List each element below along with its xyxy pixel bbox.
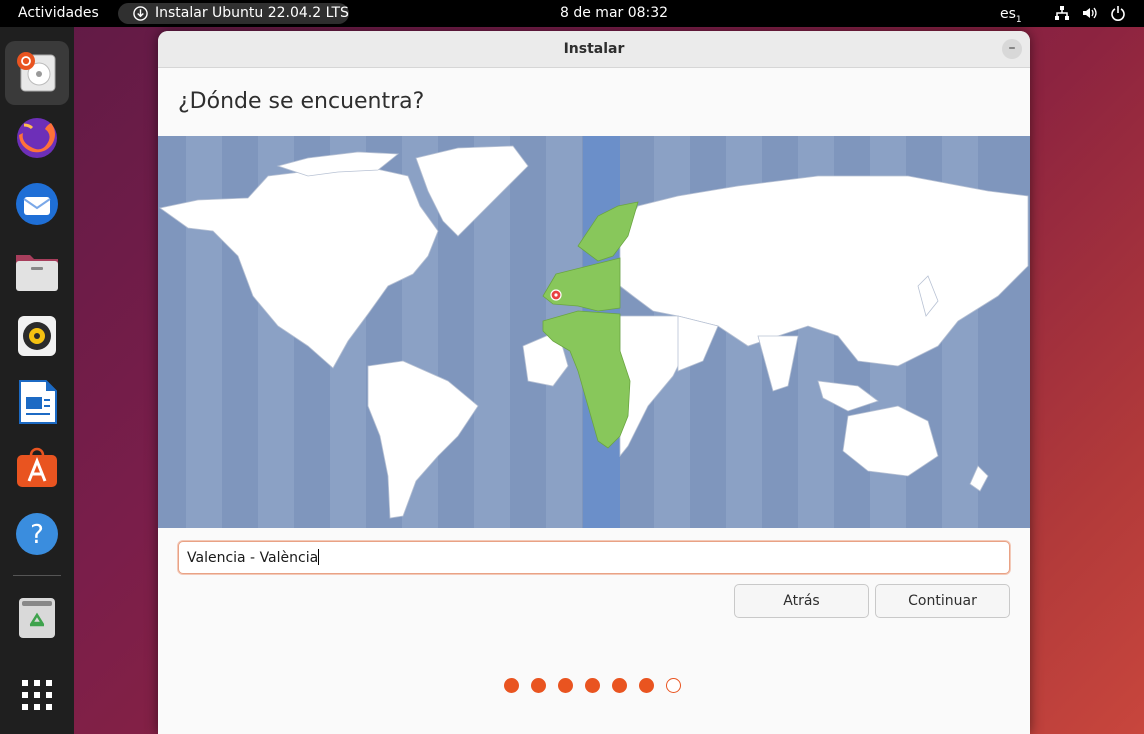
continue-button[interactable]: Continuar xyxy=(875,584,1010,618)
text-caret xyxy=(318,549,320,565)
ubuntu-installer-icon xyxy=(17,52,56,92)
folder-icon xyxy=(16,255,58,291)
thunderbird-icon xyxy=(16,183,58,225)
dock-separator xyxy=(13,575,61,576)
location-pin-icon xyxy=(550,289,562,301)
rhythmbox-launcher[interactable] xyxy=(12,311,62,361)
document-icon xyxy=(19,380,57,424)
keyboard-layout-index: 1 xyxy=(1015,14,1022,25)
help-icon: ? xyxy=(16,513,58,555)
firefox-icon xyxy=(17,118,57,158)
dock: ? xyxy=(0,27,74,734)
ubuntu-installer-launcher[interactable] xyxy=(5,41,69,105)
keyboard-layout-indicator[interactable]: es1 xyxy=(1000,6,1022,25)
minimize-button[interactable]: – xyxy=(1002,39,1022,59)
window-title: Instalar xyxy=(563,41,625,57)
help-launcher[interactable]: ? xyxy=(12,509,62,559)
progress-dot-current xyxy=(666,678,681,693)
power-icon[interactable] xyxy=(1110,5,1126,21)
network-icon[interactable] xyxy=(1054,5,1070,21)
top-bar: Actividades Instalar Ubuntu 22.04.2 LTS … xyxy=(0,0,1144,27)
firefox-launcher[interactable] xyxy=(12,113,62,163)
app-center-launcher[interactable] xyxy=(12,443,62,493)
location-input[interactable]: Valencia - València xyxy=(178,541,1010,574)
progress-dot xyxy=(612,678,627,693)
speaker-icon xyxy=(18,316,56,356)
app-grid-icon xyxy=(22,680,52,710)
shopping-bag-icon xyxy=(17,447,57,487)
page-title: ¿Dónde se encuentra? xyxy=(178,89,425,114)
timezone-map[interactable] xyxy=(158,136,1030,528)
progress-indicator xyxy=(504,678,694,694)
progress-dot xyxy=(504,678,519,693)
location-input-value: Valencia - València xyxy=(187,550,319,566)
files-launcher[interactable] xyxy=(12,245,62,295)
progress-dot xyxy=(639,678,654,693)
progress-dot xyxy=(531,678,546,693)
progress-dot xyxy=(585,678,600,693)
app-menu-label: Instalar Ubuntu 22.04.2 LTS xyxy=(155,5,349,21)
show-apps-button[interactable] xyxy=(12,670,62,720)
libreoffice-writer-launcher[interactable] xyxy=(12,377,62,427)
progress-dot xyxy=(558,678,573,693)
volume-icon[interactable] xyxy=(1082,5,1098,21)
installer-window: Instalar – ¿Dónde se encuentra? Valencia… xyxy=(158,31,1030,734)
trash-icon xyxy=(19,598,55,638)
back-button[interactable]: Atrás xyxy=(734,584,869,618)
download-icon xyxy=(133,6,148,21)
activities-button[interactable]: Actividades xyxy=(18,5,99,21)
clock[interactable]: 8 de mar 08:32 xyxy=(560,5,668,21)
title-bar[interactable]: Instalar – xyxy=(158,31,1030,68)
app-menu-button[interactable]: Instalar Ubuntu 22.04.2 LTS xyxy=(118,3,349,24)
keyboard-layout-label: es xyxy=(1000,6,1016,22)
thunderbird-launcher[interactable] xyxy=(12,179,62,229)
svg-text:?: ? xyxy=(30,520,44,550)
trash-launcher[interactable] xyxy=(12,593,62,643)
